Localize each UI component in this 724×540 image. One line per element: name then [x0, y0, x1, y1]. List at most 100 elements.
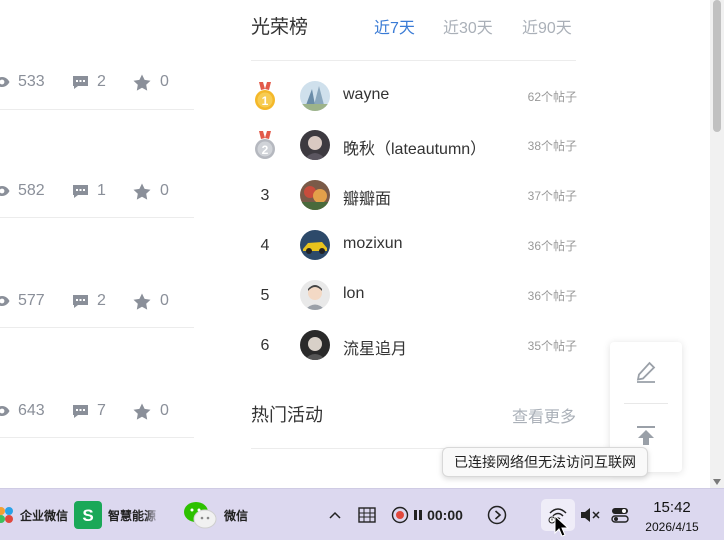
- post-count: 36个帖子: [527, 289, 577, 303]
- user-name[interactable]: 瓣瓣面: [343, 185, 391, 209]
- eye-icon: [0, 77, 10, 87]
- view-count-value: 582: [18, 182, 45, 199]
- view-more-link[interactable]: 查看更多: [512, 403, 576, 427]
- leaderboard-row[interactable]: 1 wayne 62个帖子: [251, 78, 577, 114]
- leaderboard-row[interactable]: 4 mozixun 36个帖子: [251, 227, 577, 263]
- taskbar-app-wecom[interactable]: 企业微信: [0, 489, 68, 540]
- star-count[interactable]: 0: [133, 328, 169, 494]
- avatar[interactable]: [300, 330, 330, 360]
- svg-text:S: S: [82, 506, 93, 525]
- clock-time: 15:42: [653, 499, 691, 516]
- rank-number: 6: [260, 337, 270, 354]
- quick-settings-button[interactable]: [607, 489, 633, 540]
- user-name[interactable]: 晚秋（lateautumn）: [343, 135, 486, 159]
- taskbar-app-label: 企业微信: [20, 508, 69, 523]
- volume-muted-icon: [581, 508, 600, 522]
- star-count-value: 0: [160, 73, 169, 90]
- tray-keyboard-button[interactable]: [356, 489, 378, 540]
- leaderboard-title: 光荣榜: [251, 17, 309, 38]
- post-stats-row: 533 2 0: [0, 0, 194, 110]
- avatar[interactable]: [300, 180, 330, 210]
- back-to-top-icon: [637, 426, 655, 445]
- volume-button[interactable]: [578, 489, 602, 540]
- comment-count-value: 7: [97, 402, 106, 419]
- post-count: 35个帖子: [527, 339, 577, 353]
- user-name[interactable]: wayne: [343, 86, 389, 104]
- view-count-value: 577: [18, 292, 45, 309]
- play-circle-icon: [487, 505, 507, 525]
- leaderboard-row[interactable]: 3 瓣瓣面 37个帖子: [251, 177, 577, 213]
- taskbar-app-wechat[interactable]: 微信: [182, 489, 248, 540]
- post-count: 38个帖子: [527, 139, 577, 153]
- tab-7-days[interactable]: 近7天: [374, 14, 415, 38]
- avatar[interactable]: [300, 81, 330, 111]
- user-name[interactable]: mozixun: [343, 235, 403, 253]
- star-count-value: 0: [160, 402, 169, 419]
- show-hidden-icons-button[interactable]: [325, 489, 345, 540]
- system-clock[interactable]: 15:42 2026/4/15: [636, 499, 708, 534]
- pencil-icon: [636, 361, 656, 383]
- user-name[interactable]: 流星追月: [343, 335, 407, 359]
- rank-number: 3: [260, 187, 270, 204]
- taskbar-app-label: 微信: [224, 508, 249, 523]
- comment-icon: [73, 75, 88, 89]
- comment-icon: [73, 294, 88, 308]
- tray-recorder-button[interactable]: 00:00: [384, 489, 470, 540]
- chevron-up-icon: [329, 511, 341, 519]
- tab-90-days[interactable]: 近90天: [522, 14, 572, 38]
- hot-activities-title: 热门活动: [251, 405, 323, 425]
- avatar[interactable]: [300, 280, 330, 310]
- mouse-cursor-icon: [554, 515, 570, 537]
- eye-icon: [0, 406, 10, 416]
- network-status-tooltip: 已连接网络但无法访问互联网: [442, 447, 648, 477]
- avatar[interactable]: [300, 130, 330, 160]
- view-count: 643: [0, 328, 45, 494]
- view-count-value: 643: [18, 402, 45, 419]
- view-count-value: 533: [18, 73, 45, 90]
- star-icon: [133, 183, 151, 200]
- taskbar: 企业微信 S 智慧能源 微信 00:00 15:42 2026/4/15: [0, 488, 724, 540]
- silver-medal-icon: 2: [251, 131, 279, 161]
- leaderboard-row[interactable]: 5 lon 36个帖子: [251, 277, 577, 313]
- svg-text:2: 2: [262, 143, 269, 157]
- svg-text:1: 1: [262, 94, 269, 108]
- taskbar-app-label: 智慧能源: [108, 508, 157, 523]
- star-icon: [133, 403, 151, 420]
- fab-divider: [624, 403, 668, 404]
- eye-icon: [0, 296, 10, 306]
- post-stats-row: 577 2 0: [0, 218, 194, 328]
- recording-timer: 00:00: [427, 507, 463, 523]
- scrollbar-thumb[interactable]: [713, 0, 721, 132]
- leaderboard-tabs: 近7天 近30天 近90天: [374, 14, 584, 37]
- comment-icon: [73, 184, 88, 198]
- post-stats-row: 643 7 0: [0, 328, 194, 438]
- keyboard-icon: [358, 507, 376, 523]
- record-icon: [391, 506, 409, 524]
- pause-icon: [414, 510, 423, 520]
- toggle-settings-icon: [611, 508, 629, 523]
- star-icon: [133, 293, 151, 310]
- tray-media-button[interactable]: [485, 489, 509, 540]
- star-icon: [133, 74, 151, 91]
- taskbar-app-smart-energy[interactable]: S 智慧能源: [74, 489, 160, 540]
- tab-30-days[interactable]: 近30天: [443, 14, 493, 38]
- write-post-button[interactable]: [610, 342, 682, 402]
- gold-medal-icon: 1: [251, 82, 279, 112]
- leaderboard-row[interactable]: 2 晚秋（lateautumn） 38个帖子: [251, 127, 577, 163]
- leaderboard-row[interactable]: 6 流星追月 35个帖子: [251, 327, 577, 363]
- user-name[interactable]: lon: [343, 285, 364, 303]
- smart-energy-icon: S: [74, 501, 102, 529]
- post-count: 62个帖子: [527, 90, 577, 104]
- avatar[interactable]: [300, 230, 330, 260]
- comment-count: 7: [72, 328, 106, 494]
- vertical-scrollbar[interactable]: [710, 0, 724, 488]
- comment-icon: [73, 404, 88, 418]
- post-count: 37个帖子: [527, 189, 577, 203]
- leaderboard-divider: [251, 60, 576, 61]
- scroll-down-arrow-icon[interactable]: [713, 479, 721, 485]
- post-count: 36个帖子: [527, 239, 577, 253]
- wechat-icon: [184, 502, 217, 529]
- page: { "left_stats": [ {"views": "533", "comm…: [0, 0, 724, 540]
- rank-number: 4: [260, 237, 270, 254]
- comment-count-value: 1: [97, 182, 106, 199]
